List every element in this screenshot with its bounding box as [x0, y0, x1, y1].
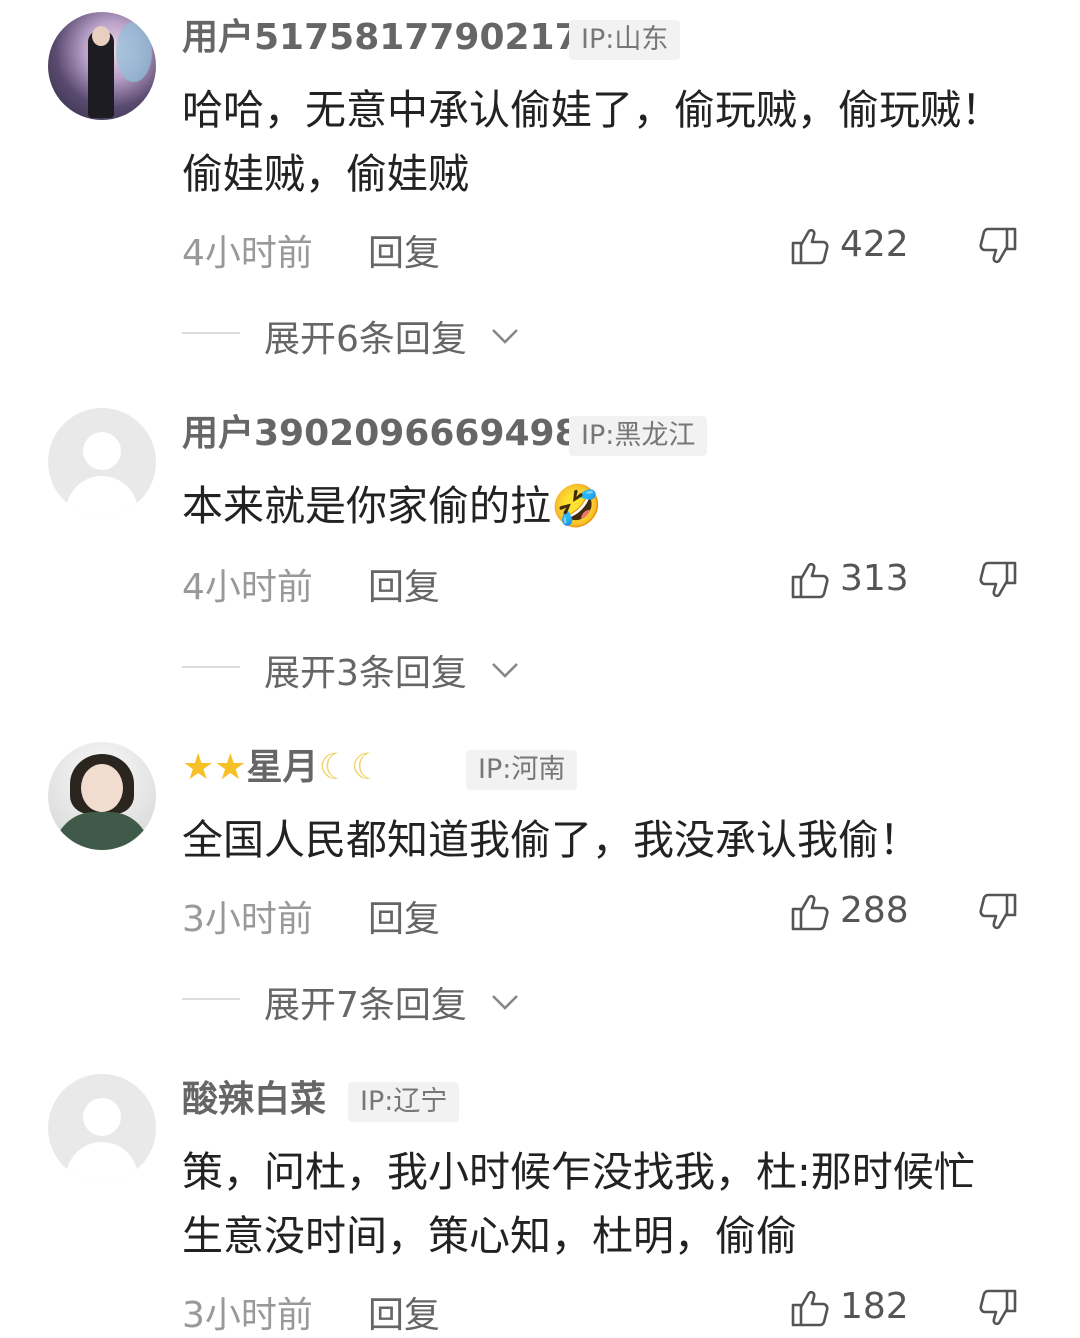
ip-badge: IP:黑龙江: [569, 416, 708, 456]
reply-button[interactable]: 回复: [368, 890, 440, 942]
avatar[interactable]: [48, 12, 156, 120]
like-count: 182: [840, 1286, 909, 1327]
comment-text: 全国人民都知道我偷了，我没承认我偷！: [182, 816, 920, 864]
comment-time: 3小时前: [182, 899, 313, 940]
username-text: 星月: [246, 747, 319, 788]
avatar-body: [66, 1142, 138, 1182]
expand-divider: [182, 332, 240, 334]
avatar[interactable]: [48, 408, 156, 516]
like-count: 313: [840, 558, 909, 599]
comment-time: 3小时前: [182, 1295, 313, 1336]
avatar-head: [83, 1098, 121, 1136]
thumbs-down-icon[interactable]: [978, 892, 1018, 932]
thumbs-up-icon[interactable]: [790, 892, 830, 932]
avatar-photo-face: [92, 26, 110, 46]
username[interactable]: 用户3902096669498: [182, 412, 580, 456]
expand-replies-button[interactable]: 展开7条回复: [264, 976, 467, 1028]
comment-time: 4小时前: [182, 567, 313, 608]
chevron-down-icon[interactable]: [490, 660, 520, 680]
ip-badge: IP:山东: [569, 20, 681, 60]
thumbs-down-icon[interactable]: [978, 226, 1018, 266]
comment-text: 策，问杜，我小时候乍没找我，杜:那时候忙生意没时间，策心知，杜明，偷偷: [182, 1148, 975, 1260]
expand-divider: [182, 998, 240, 1000]
avatar-photo-cloth: [54, 812, 150, 850]
thumbs-up-icon[interactable]: [790, 560, 830, 600]
avatar-photo-face: [81, 764, 123, 812]
expand-replies-button[interactable]: 展开6条回复: [264, 310, 467, 362]
ip-badge: IP:辽宁: [348, 1082, 460, 1122]
avatar[interactable]: [48, 1074, 156, 1182]
avatar[interactable]: [48, 742, 156, 850]
thumbs-up-icon[interactable]: [790, 226, 830, 266]
avatar-head: [83, 432, 121, 470]
thumbs-down-icon[interactable]: [978, 1288, 1018, 1328]
comment-text: 本来就是你家偷的拉🤣: [182, 482, 603, 530]
ip-badge: IP:河南: [466, 750, 578, 790]
username[interactable]: ★★星月☾☾: [182, 746, 383, 790]
expand-replies-button[interactable]: 展开3条回复: [264, 644, 467, 696]
expand-divider: [182, 666, 240, 668]
reply-button[interactable]: 回复: [368, 558, 440, 610]
star-icon: ★★: [182, 747, 247, 788]
like-count: 288: [840, 890, 909, 931]
username[interactable]: 用户5175817790217: [182, 16, 580, 60]
reply-button[interactable]: 回复: [368, 224, 440, 276]
username[interactable]: 酸辣白菜: [182, 1078, 326, 1122]
avatar-photo-bg: [116, 22, 152, 82]
chevron-down-icon[interactable]: [490, 992, 520, 1012]
thumbs-down-icon[interactable]: [978, 560, 1018, 600]
like-count: 422: [840, 224, 909, 265]
comment-time: 4小时前: [182, 233, 313, 274]
thumbs-up-icon[interactable]: [790, 1288, 830, 1328]
comment-text: 哈哈，无意中承认偷娃了，偷玩贼，偷玩贼！偷娃贼，偷娃贼: [182, 86, 1002, 198]
chevron-down-icon[interactable]: [490, 326, 520, 346]
reply-button[interactable]: 回复: [368, 1286, 440, 1338]
avatar-body: [66, 476, 138, 516]
moon-icon: ☾☾: [318, 747, 384, 788]
